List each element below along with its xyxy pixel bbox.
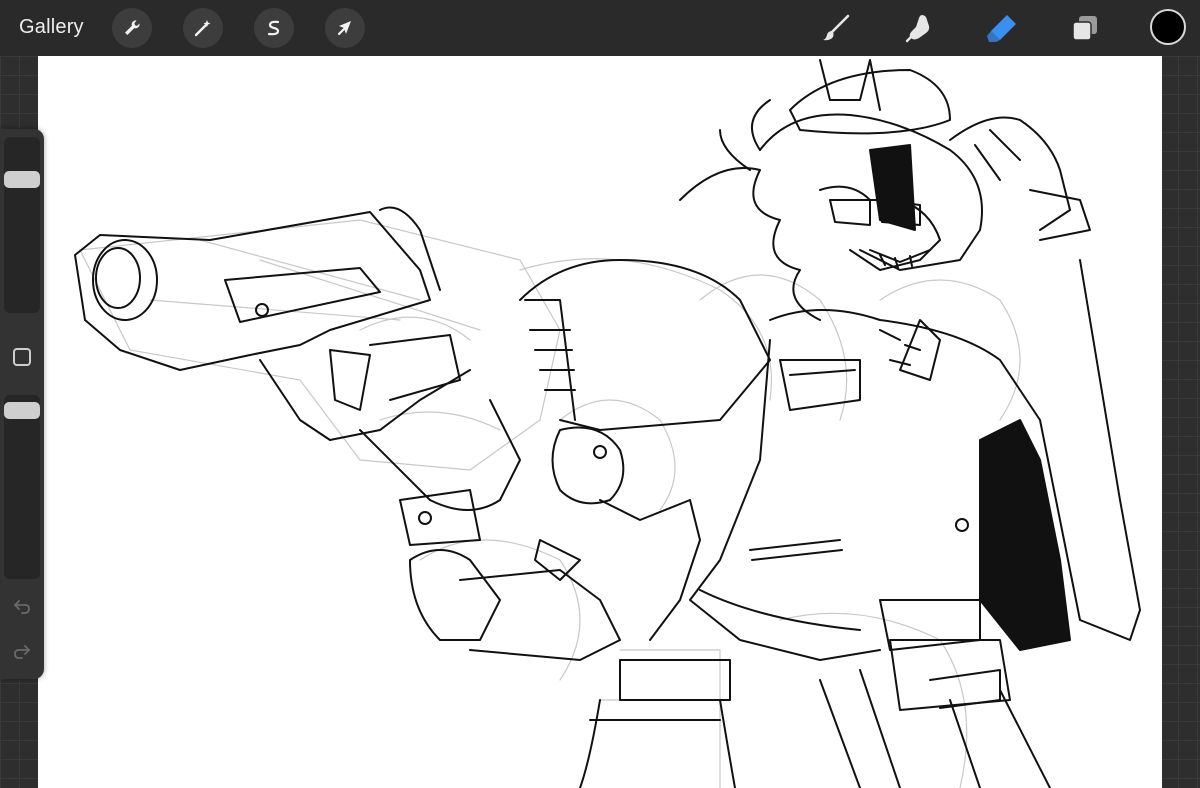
selection-s-icon [267,20,280,36]
actions-button[interactable] [112,8,152,48]
selection-button[interactable] [254,8,294,48]
drawing-canvas[interactable] [38,56,1162,788]
top-toolbar: Gallery [0,0,1200,56]
color-picker-button[interactable] [1150,9,1186,45]
smudge-tool-button[interactable] [901,10,937,46]
transform-button[interactable] [325,8,365,48]
eraser-icon [987,15,1016,42]
arrow-cursor-icon [337,21,351,36]
layers-icon [1072,16,1097,41]
left-sidebar [0,129,44,679]
undo-arrow-icon [14,600,30,614]
modify-button[interactable] [13,348,31,366]
layers-button[interactable] [1067,10,1103,46]
brush-size-thumb[interactable] [4,171,40,188]
brush-tool-button[interactable] [818,10,854,46]
eraser-tool-button[interactable] [984,10,1020,46]
wrench-icon [125,20,140,35]
sketch-artwork [74,59,1141,788]
adjustments-button[interactable] [183,8,223,48]
undo-button[interactable] [10,594,34,618]
brush-size-slider[interactable] [4,137,40,313]
redo-arrow-icon [14,645,30,659]
magic-wand-icon [194,20,211,37]
brush-icon [823,14,850,41]
redo-button[interactable] [10,639,34,663]
smudge-finger-icon [905,15,930,43]
gallery-button[interactable]: Gallery [19,16,84,39]
opacity-thumb[interactable] [4,402,40,419]
opacity-slider[interactable] [4,395,40,579]
